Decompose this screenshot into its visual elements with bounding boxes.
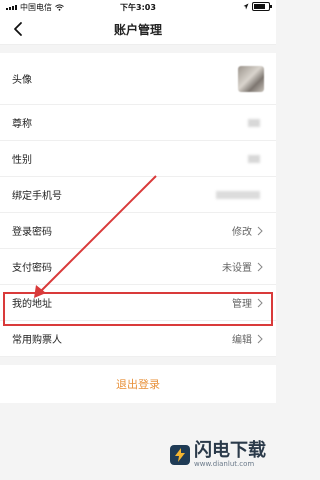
row-payment-password[interactable]: 支付密码 未设置 — [0, 249, 276, 285]
blurred-value — [248, 154, 260, 163]
settings-list: 头像 尊称 性别 绑定手机号 登录密码 修改 支付密码 未设置 我的地址 管理 … — [0, 53, 276, 357]
status-bar: 中国电信 下午3:03 — [0, 0, 276, 14]
blurred-phone — [216, 190, 260, 199]
row-frequent-buyers[interactable]: 常用购票人 编辑 — [0, 321, 276, 357]
row-my-address[interactable]: 我的地址 管理 — [0, 285, 276, 321]
row-label: 我的地址 — [12, 299, 52, 310]
chevron-right-icon — [257, 226, 263, 235]
chevron-right-icon — [257, 298, 263, 307]
row-label: 常用购票人 — [12, 335, 62, 346]
row-label: 登录密码 — [12, 227, 52, 238]
watermark: 闪电下载 www.dianlut.com — [170, 442, 266, 468]
chevron-right-icon — [257, 334, 263, 343]
row-label: 性别 — [12, 155, 32, 166]
watermark-title: 闪电下载 — [194, 440, 266, 461]
row-label: 绑定手机号 — [12, 191, 62, 202]
row-label: 支付密码 — [12, 263, 52, 274]
page-title: 账户管理 — [113, 23, 162, 37]
row-value: 未设置 — [222, 263, 252, 274]
chevron-left-icon[interactable] — [10, 20, 28, 38]
row-phone[interactable]: 绑定手机号 — [0, 177, 276, 213]
avatar — [238, 65, 264, 92]
row-gender[interactable]: 性别 — [0, 141, 276, 177]
row-label: 尊称 — [12, 119, 32, 130]
blurred-value — [248, 118, 260, 127]
row-value: 编辑 — [232, 335, 252, 346]
row-avatar[interactable]: 头像 — [0, 53, 276, 105]
logout-button[interactable]: 退出登录 — [0, 365, 276, 403]
row-value: 修改 — [232, 227, 252, 238]
row-login-password[interactable]: 登录密码 修改 — [0, 213, 276, 249]
row-value: 管理 — [232, 299, 252, 310]
battery-icon — [252, 2, 272, 11]
lightning-logo-icon — [170, 445, 190, 465]
nav-bar: 账户管理 — [0, 14, 276, 45]
row-nickname[interactable]: 尊称 — [0, 105, 276, 141]
status-time: 下午3:03 — [120, 3, 156, 12]
watermark-url: www.dianlut.com — [194, 460, 255, 468]
chevron-right-icon — [257, 262, 263, 271]
row-label: 头像 — [12, 75, 32, 86]
location-icon — [243, 3, 249, 10]
